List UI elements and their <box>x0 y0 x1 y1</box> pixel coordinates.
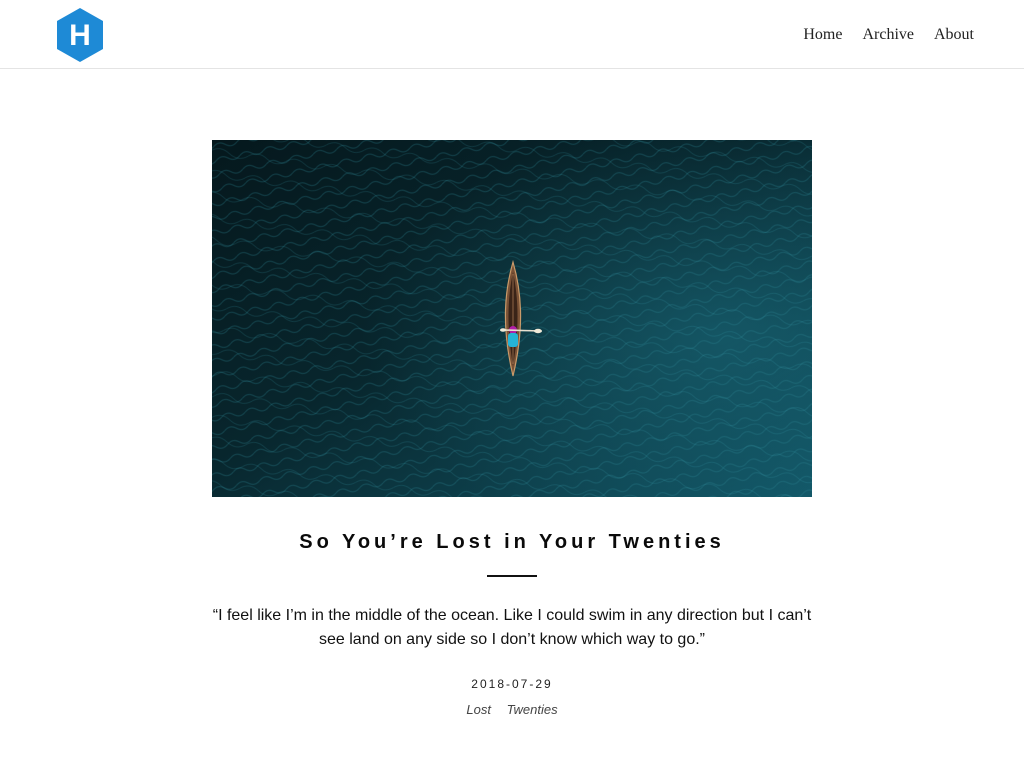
main-nav: Home Archive About <box>803 26 974 44</box>
site-header: H Home Archive About <box>0 0 1024 69</box>
tag-lost-link[interactable]: Lost <box>466 702 491 717</box>
post-cover-image[interactable] <box>212 140 812 497</box>
post-tags: Lost Twenties <box>0 702 1024 717</box>
logo-letter: H <box>69 19 91 52</box>
post-excerpt: “I feel like I’m in the middle of the oc… <box>212 607 812 648</box>
site-logo[interactable]: H <box>55 7 105 63</box>
hexagon-logo-icon: H <box>57 8 103 62</box>
nav-about-link[interactable]: About <box>934 26 974 44</box>
tag-twenties-link[interactable]: Twenties <box>507 702 558 717</box>
ocean-kayak-image <box>212 140 812 497</box>
nav-archive-link[interactable]: Archive <box>862 26 914 44</box>
post-title[interactable]: So You’re Lost in Your Twenties <box>0 531 1024 554</box>
post-date: 2018-07-29 <box>471 677 553 691</box>
nav-home-link[interactable]: Home <box>803 26 842 44</box>
title-divider <box>487 575 537 577</box>
